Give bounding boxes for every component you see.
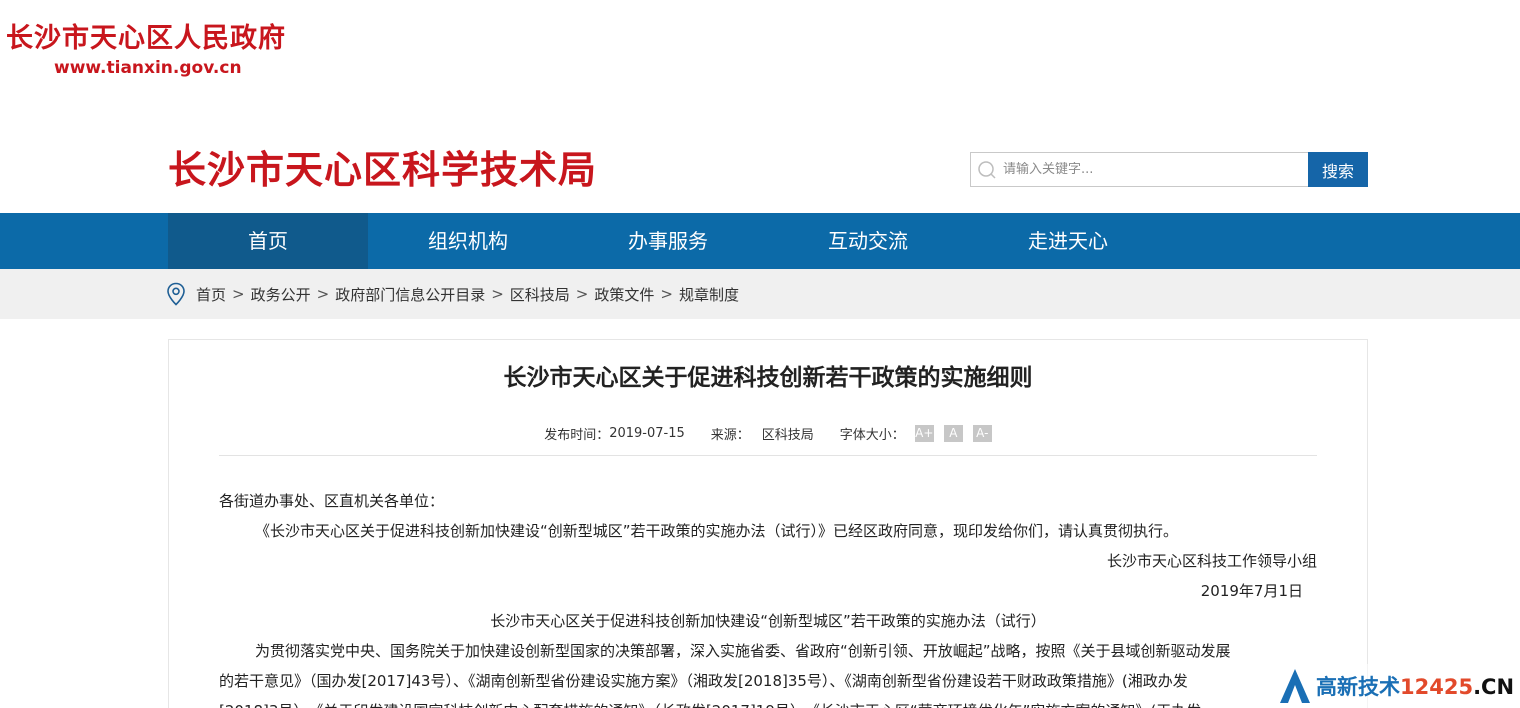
breadcrumb: 首页 > 政务公开 > 政府部门信息公开目录 > 区科技局 > 政策文件 > 规… (166, 269, 739, 319)
site-name: 长沙市天心区人民政府 (6, 23, 286, 54)
font-increase-button[interactable]: A+ (914, 425, 934, 442)
location-pin-icon (166, 282, 186, 306)
search-input[interactable] (1003, 162, 1293, 177)
font-default-button[interactable]: A (943, 425, 963, 442)
paragraph: 的若干意见》（国办发[2017]43号）、《湖南创新型省份建设实施方案》（湘政发… (219, 672, 1188, 690)
site-logo[interactable]: 长沙市天心区人民政府 www.tianxin.gov.cn (6, 22, 286, 78)
breadcrumb-separator: > (660, 285, 673, 303)
source-label: 来源： (710, 428, 750, 443)
breadcrumb-info-catalog[interactable]: 政府部门信息公开目录 (335, 284, 485, 305)
search-icon (978, 160, 996, 179)
publish-date: 2019-07-15 (609, 426, 685, 441)
watermark-text: 高新技术12425.CN (1316, 675, 1515, 699)
paragraph: [2018]3号）、《关于印发建设国家科技创新中心配套措施的通知》（长政发[20… (219, 696, 1317, 708)
document-subtitle: 长沙市天心区关于促进科技创新加快建设“创新型城区”若干政策的实施办法（试行） (490, 612, 1046, 630)
department-title: 长沙市天心区科学技术局 (168, 148, 598, 192)
article-panel: 长沙市天心区关于促进科技创新若干政策的实施细则 发布时间： 2019-07-15… (168, 339, 1368, 708)
paragraph: 为贯彻落实党中央、国务院关于加快建设创新型国家的决策部署，深入实施省委、省政府“… (255, 642, 1231, 660)
signature-date: 2019年7月1日 (1200, 582, 1303, 600)
breadcrumb-tech-bureau[interactable]: 区科技局 (510, 284, 570, 305)
search-input-wrap (970, 152, 1308, 187)
site-url: www.tianxin.gov.cn (54, 58, 242, 78)
watermark-logo-icon (1280, 669, 1310, 703)
publish-label: 发布时间： (544, 428, 610, 443)
breadcrumb-bar: 首页 > 政务公开 > 政府部门信息公开目录 > 区科技局 > 政策文件 > 规… (0, 269, 1520, 319)
breadcrumb-separator: > (316, 285, 330, 303)
article-meta: 发布时间： 2019-07-15 来源： 区科技局 字体大小： A+ A A- (169, 424, 1367, 443)
breadcrumb-gov-affairs[interactable]: 政务公开 (251, 284, 311, 305)
search-button[interactable]: 搜索 (1308, 152, 1368, 187)
nav-item-about[interactable]: 走进天心 (968, 213, 1168, 269)
salutation: 各街道办事处、区直机关各单位： (219, 492, 445, 510)
nav-item-organization[interactable]: 组织机构 (368, 213, 568, 269)
article-body: 各街道办事处、区直机关各单位： 《长沙市天心区关于促进科技创新加快建设“创新型城… (219, 486, 1317, 708)
article-divider (219, 455, 1317, 456)
font-size-label: 字体大小： (839, 428, 905, 443)
nav-item-home[interactable]: 首页 (168, 213, 368, 269)
breadcrumb-separator: > (575, 285, 589, 303)
nav-item-interaction[interactable]: 互动交流 (768, 213, 968, 269)
main-nav: 首页 组织机构 办事服务 互动交流 走进天心 (0, 213, 1520, 269)
nav-item-services[interactable]: 办事服务 (568, 213, 768, 269)
search-box: 搜索 (970, 152, 1368, 187)
font-decrease-button[interactable]: A- (972, 425, 992, 442)
breadcrumb-home[interactable]: 首页 (196, 284, 226, 305)
article-title: 长沙市天心区关于促进科技创新若干政策的实施细则 (503, 365, 1033, 391)
signatory: 长沙市天心区科技工作领导小组 (1106, 552, 1317, 570)
breadcrumb-separator: > (491, 285, 504, 303)
source-value: 区科技局 (761, 428, 814, 443)
breadcrumb-regulations[interactable]: 规章制度 (679, 284, 739, 305)
watermark: 高新技术12425.CN (1278, 664, 1520, 708)
breadcrumb-policy-docs[interactable]: 政策文件 (594, 284, 654, 305)
breadcrumb-separator: > (232, 285, 245, 303)
paragraph: 《长沙市天心区关于促进科技创新加快建设“创新型城区”若干政策的实施办法（试行）》… (255, 522, 1179, 540)
